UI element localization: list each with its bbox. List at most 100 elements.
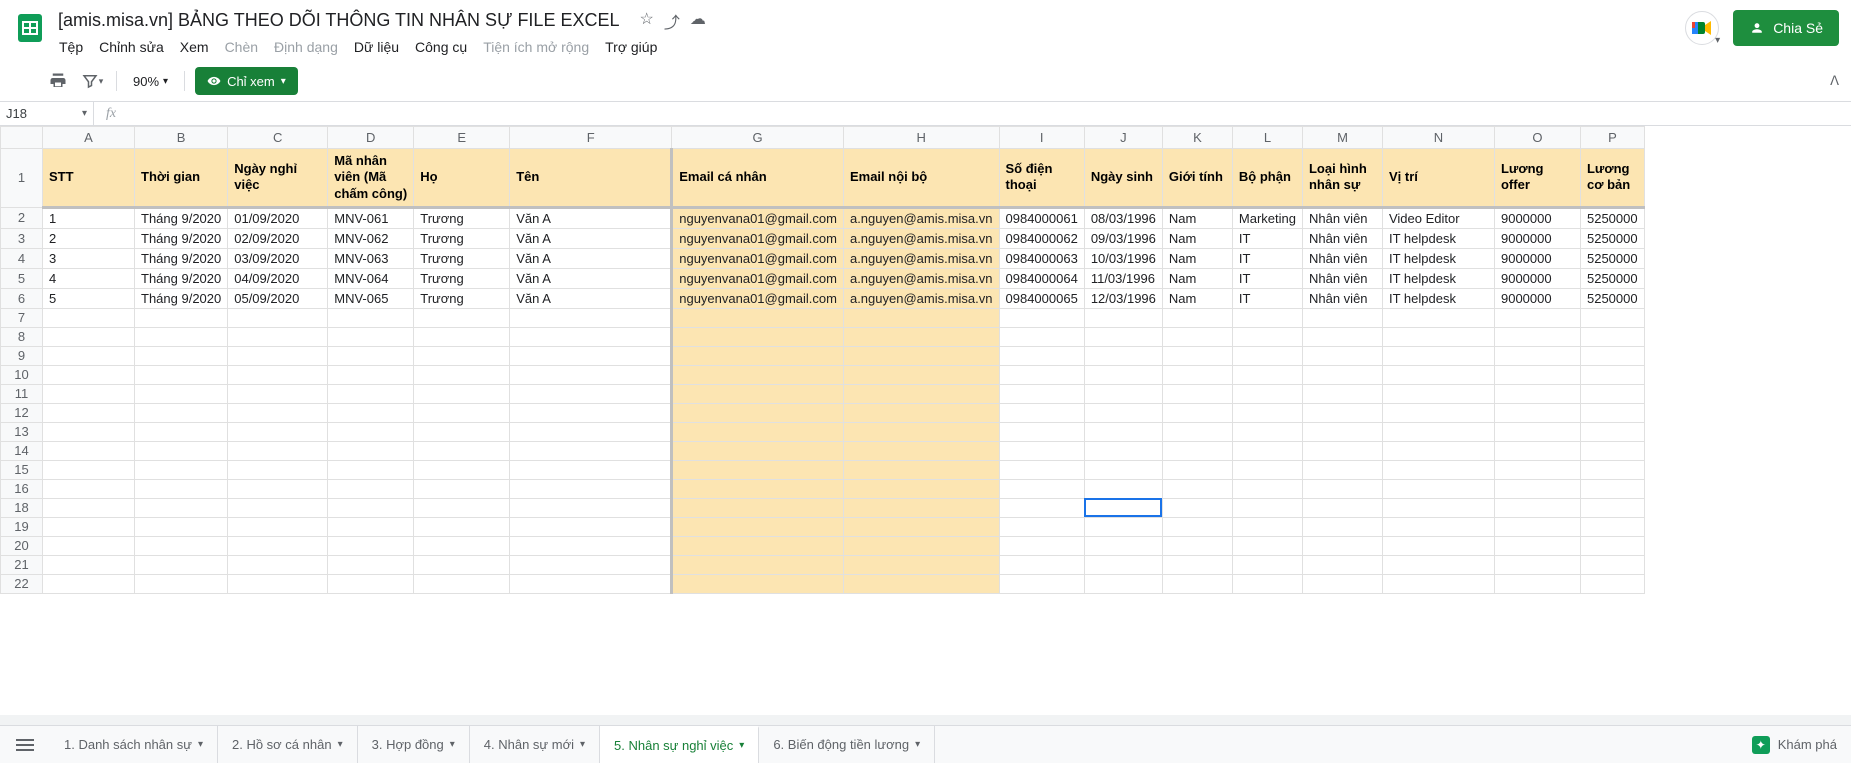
cell[interactable] (1494, 574, 1580, 593)
cell[interactable] (1382, 479, 1494, 498)
chevron-down-icon[interactable]: ▾ (915, 739, 920, 750)
row-header-11[interactable]: 11 (1, 384, 43, 403)
cell[interactable]: 9000000 (1494, 228, 1580, 248)
cell[interactable] (228, 517, 328, 536)
cell[interactable] (135, 460, 228, 479)
cell[interactable] (135, 498, 228, 517)
cell[interactable] (228, 327, 328, 346)
cell[interactable] (1580, 460, 1644, 479)
cell[interactable] (1302, 536, 1382, 555)
cell[interactable] (1162, 555, 1232, 574)
menu-chèn[interactable]: Chèn (218, 35, 265, 59)
cell[interactable]: 2 (43, 228, 135, 248)
cell[interactable] (1382, 346, 1494, 365)
cell[interactable]: Nam (1162, 228, 1232, 248)
cell[interactable] (672, 555, 844, 574)
cell[interactable] (1162, 498, 1232, 517)
cell[interactable]: 4 (43, 268, 135, 288)
chevron-down-icon[interactable]: ▾ (580, 739, 585, 750)
cell[interactable] (843, 460, 999, 479)
cell[interactable] (843, 536, 999, 555)
cell[interactable]: Văn A (510, 207, 672, 228)
all-sheets-icon[interactable] (10, 730, 40, 760)
cell[interactable] (1494, 346, 1580, 365)
cell[interactable] (1162, 384, 1232, 403)
cell[interactable] (999, 327, 1084, 346)
cell[interactable] (1232, 517, 1302, 536)
menu-tệp[interactable]: Tệp (52, 35, 90, 59)
cell[interactable] (510, 308, 672, 327)
row-header-12[interactable]: 12 (1, 403, 43, 422)
cell[interactable] (1580, 498, 1644, 517)
cell[interactable] (228, 308, 328, 327)
cell[interactable] (1494, 422, 1580, 441)
cell[interactable] (135, 517, 228, 536)
cell[interactable]: Nhân viên (1302, 288, 1382, 308)
cell[interactable]: Nhân viên (1302, 207, 1382, 228)
cell[interactable] (414, 403, 510, 422)
cell[interactable] (1382, 517, 1494, 536)
cell[interactable] (414, 365, 510, 384)
cell[interactable] (43, 498, 135, 517)
cell[interactable]: 3 (43, 248, 135, 268)
row-header-22[interactable]: 22 (1, 574, 43, 593)
cell[interactable] (414, 498, 510, 517)
cell[interactable] (43, 346, 135, 365)
cell[interactable] (228, 498, 328, 517)
move-icon[interactable]: ⤴ (664, 9, 680, 33)
sheet-tab[interactable]: 3. Hợp đồng▾ (358, 726, 470, 763)
cell[interactable] (1382, 555, 1494, 574)
cell[interactable] (999, 517, 1084, 536)
cell[interactable] (999, 479, 1084, 498)
row-header-1[interactable]: 1 (1, 149, 43, 208)
cell[interactable]: IT (1232, 228, 1302, 248)
cell[interactable]: MNV-062 (328, 228, 414, 248)
cell[interactable] (328, 384, 414, 403)
col-header-N[interactable]: N (1382, 127, 1494, 149)
chevron-down-icon[interactable]: ▾ (198, 739, 203, 750)
cell[interactable]: IT helpdesk (1382, 288, 1494, 308)
cell[interactable] (672, 403, 844, 422)
cell[interactable] (672, 460, 844, 479)
cell[interactable] (135, 403, 228, 422)
cell[interactable]: 9000000 (1494, 288, 1580, 308)
field-header[interactable]: Bộ phận (1232, 149, 1302, 208)
cell[interactable] (1382, 308, 1494, 327)
cell[interactable] (1232, 308, 1302, 327)
sheet-tab[interactable]: 4. Nhân sự mới▾ (470, 726, 600, 763)
cell[interactable] (1382, 365, 1494, 384)
cell[interactable] (999, 441, 1084, 460)
cell[interactable] (328, 574, 414, 593)
cell[interactable] (1302, 479, 1382, 498)
field-header[interactable]: Giới tính (1162, 149, 1232, 208)
field-header[interactable]: Thời gian (135, 149, 228, 208)
col-header-J[interactable]: J (1084, 127, 1162, 149)
row-header-15[interactable]: 15 (1, 460, 43, 479)
cell[interactable]: 5250000 (1580, 288, 1644, 308)
cell[interactable] (510, 422, 672, 441)
cell[interactable] (1232, 479, 1302, 498)
cell[interactable] (228, 441, 328, 460)
cell[interactable] (1084, 327, 1162, 346)
cell[interactable] (999, 460, 1084, 479)
cell[interactable] (414, 422, 510, 441)
cell[interactable] (510, 403, 672, 422)
cell[interactable] (414, 517, 510, 536)
cloud-icon[interactable]: ☁ (690, 9, 706, 33)
cell[interactable] (999, 574, 1084, 593)
cell[interactable]: 12/03/1996 (1084, 288, 1162, 308)
cell[interactable] (843, 574, 999, 593)
row-header-14[interactable]: 14 (1, 441, 43, 460)
cell[interactable] (999, 346, 1084, 365)
col-header-M[interactable]: M (1302, 127, 1382, 149)
cell[interactable] (1494, 555, 1580, 574)
cell[interactable] (43, 555, 135, 574)
star-icon[interactable]: ☆ (639, 9, 653, 33)
share-button[interactable]: Chia Sẻ (1733, 10, 1839, 46)
cell[interactable] (1494, 460, 1580, 479)
cell[interactable] (1382, 327, 1494, 346)
cell[interactable] (1580, 346, 1644, 365)
cell[interactable] (1494, 403, 1580, 422)
cell[interactable] (1084, 403, 1162, 422)
cell[interactable] (999, 365, 1084, 384)
